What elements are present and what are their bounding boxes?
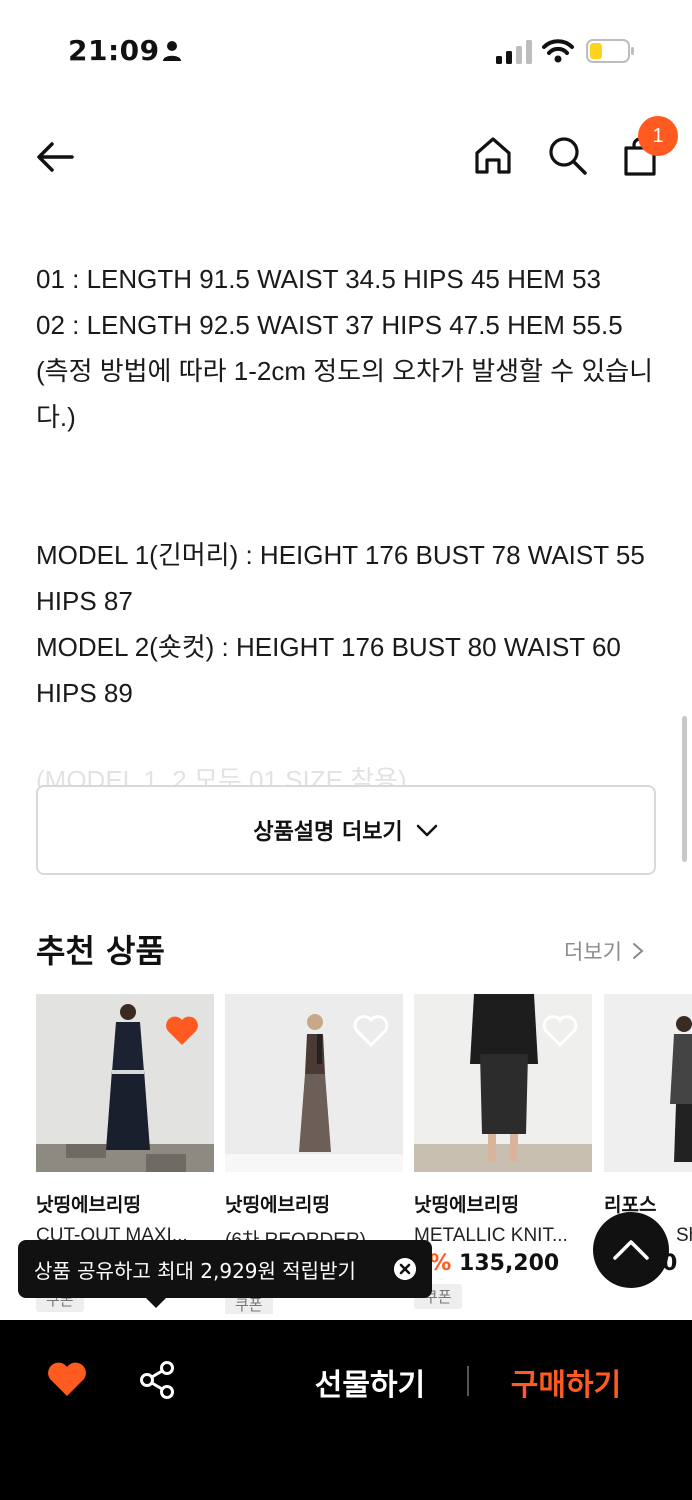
close-icon[interactable]	[394, 1258, 416, 1280]
top-navigation: 1	[0, 110, 692, 202]
divider	[467, 1366, 469, 1396]
gift-button[interactable]: 선물하기	[300, 1360, 440, 1404]
wifi-icon	[542, 39, 574, 63]
scroll-to-top-button[interactable]	[593, 1212, 669, 1288]
product-brand: 리포스	[604, 1194, 657, 1216]
product-brand: 낫띵에브리띵	[414, 1194, 519, 1216]
model-1-info: MODEL 1(긴머리) : HEIGHT 176 BUST 78 WAIST …	[36, 540, 645, 616]
chevron-right-icon	[632, 943, 644, 959]
status-time: 21:09	[68, 34, 160, 67]
share-icon[interactable]	[138, 1360, 176, 1400]
product-brand: 낫띵에브리띵	[225, 1194, 330, 1216]
model-2-info: MODEL 2(숏컷) : HEIGHT 176 BUST 80 WAIST 6…	[36, 632, 621, 708]
price-row: 0% 135,200	[414, 1251, 592, 1276]
size-line-02: 02 : LENGTH 92.5 WAIST 37 HIPS 47.5 HEM …	[36, 310, 623, 340]
product-image[interactable]	[225, 994, 403, 1172]
description-more-button[interactable]: 상품설명 더보기	[36, 785, 656, 875]
tooltip-text: 상품 공유하고 최대 2,929원 적립받기	[34, 1258, 356, 1283]
scrollbar[interactable]	[682, 716, 687, 862]
product-name: METALLIC KNIT...	[414, 1225, 568, 1246]
back-arrow-icon[interactable]	[32, 134, 78, 180]
battery-icon	[586, 39, 634, 63]
product-image[interactable]	[604, 994, 692, 1172]
product-card[interactable]: 낫띵에브리띵 METALLIC KNIT... 0% 135,200 쿠폰	[414, 994, 592, 1309]
chevron-up-icon	[613, 1240, 649, 1260]
search-icon[interactable]	[546, 134, 588, 176]
share-reward-tooltip: 상품 공유하고 최대 2,929원 적립받기	[18, 1240, 432, 1308]
bottom-action-bar: 선물하기 구매하기	[0, 1320, 692, 1500]
recommend-more-link[interactable]: 더보기	[564, 936, 646, 966]
status-bar: 21:09	[0, 0, 692, 100]
recommend-title: 추천 상품	[36, 932, 165, 970]
product-image[interactable]	[414, 994, 592, 1172]
heart-filled-icon[interactable]	[46, 1360, 88, 1398]
size-line-01: 01 : LENGTH 91.5 WAIST 34.5 HIPS 45 HEM …	[36, 264, 602, 294]
heart-filled-icon[interactable]	[162, 1010, 202, 1050]
cart-count-badge: 1	[638, 116, 678, 156]
heart-outline-icon[interactable]	[540, 1010, 580, 1050]
description-more-label: 상품설명 더보기	[253, 820, 403, 845]
product-description: 01 : LENGTH 91.5 WAIST 34.5 HIPS 45 HEM …	[36, 256, 666, 716]
cellular-signal-icon	[496, 40, 532, 64]
product-brand: 낫띵에브리띵	[36, 1194, 141, 1216]
heart-outline-icon[interactable]	[351, 1010, 391, 1050]
person-icon	[163, 41, 181, 61]
chevron-down-icon	[416, 824, 437, 837]
measurement-note: (측정 방법에 따라 1-2cm 정도의 오차가 발생할 수 있습니다.)	[36, 356, 654, 432]
home-icon[interactable]	[472, 134, 514, 176]
recommend-more-label: 더보기	[564, 940, 622, 964]
product-image[interactable]	[36, 994, 214, 1172]
price: 135,200	[459, 1251, 560, 1276]
buy-button[interactable]: 구매하기	[496, 1360, 636, 1404]
